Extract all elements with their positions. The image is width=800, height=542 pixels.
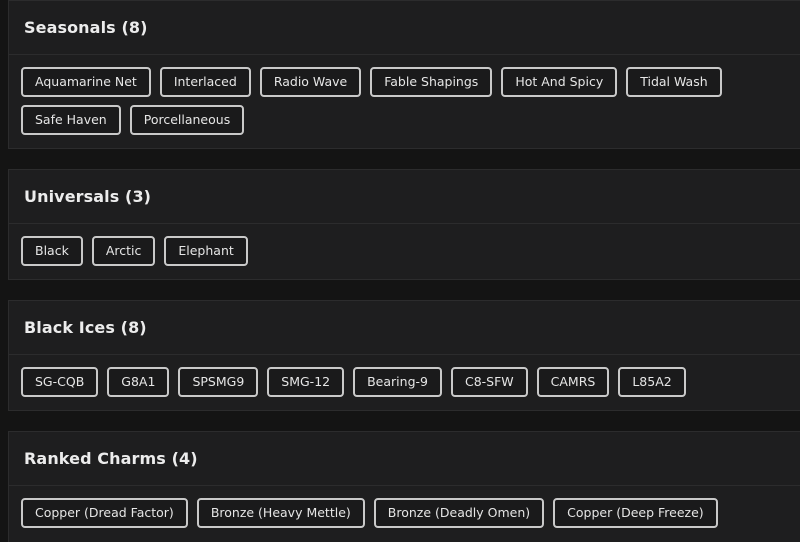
chip-c8-sfw[interactable]: C8-SFW: [450, 367, 528, 397]
chip-list: Aquamarine Net Interlaced Radio Wave Fab…: [9, 55, 800, 135]
chip-copper-deep-freeze[interactable]: Copper (Deep Freeze): [553, 498, 718, 528]
section-black-ices: Black Ices (8) SG-CQB G8A1 SPSMG9 SMG-12…: [8, 300, 800, 411]
chip-sg-cqb[interactable]: SG-CQB: [21, 367, 99, 397]
chip-row: Black Arctic Elephant: [21, 236, 800, 266]
section-title: Ranked Charms (4): [9, 432, 800, 486]
chip-l85a2[interactable]: L85A2: [618, 367, 686, 397]
chip-bronze-heavy-mettle[interactable]: Bronze (Heavy Mettle): [196, 498, 365, 528]
chip-row: Copper (Dread Factor) Bronze (Heavy Mett…: [21, 498, 800, 528]
chip-interlaced[interactable]: Interlaced: [159, 67, 251, 97]
chip-porcellaneous[interactable]: Porcellaneous: [129, 105, 245, 135]
page: Seasonals (8) Aquamarine Net Interlaced …: [0, 0, 800, 542]
chip-arctic[interactable]: Arctic: [91, 236, 156, 266]
chip-safe-haven[interactable]: Safe Haven: [21, 105, 121, 135]
chip-hot-and-spicy[interactable]: Hot And Spicy: [501, 67, 618, 97]
chip-row: SG-CQB G8A1 SPSMG9 SMG-12 Bearing-9 C8-S…: [21, 367, 800, 397]
section-title: Universals (3): [9, 170, 800, 224]
chip-row: Aquamarine Net Interlaced Radio Wave Fab…: [21, 67, 800, 97]
chip-fable-shapings[interactable]: Fable Shapings: [370, 67, 493, 97]
chip-radio-wave[interactable]: Radio Wave: [259, 67, 362, 97]
section-seasonals: Seasonals (8) Aquamarine Net Interlaced …: [8, 0, 800, 149]
chip-list: Copper (Dread Factor) Bronze (Heavy Mett…: [9, 486, 800, 528]
chip-tidal-wash[interactable]: Tidal Wash: [626, 67, 722, 97]
chip-list: Black Arctic Elephant: [9, 224, 800, 266]
chip-aquamarine-net[interactable]: Aquamarine Net: [21, 67, 151, 97]
chip-elephant[interactable]: Elephant: [164, 236, 248, 266]
chip-row: Safe Haven Porcellaneous: [21, 105, 800, 135]
chip-black[interactable]: Black: [21, 236, 83, 266]
chip-bronze-deadly-omen[interactable]: Bronze (Deadly Omen): [373, 498, 545, 528]
chip-copper-dread-factor[interactable]: Copper (Dread Factor): [21, 498, 188, 528]
chip-smg-12[interactable]: SMG-12: [267, 367, 345, 397]
section-universals: Universals (3) Black Arctic Elephant: [8, 169, 800, 280]
chip-spsmg9[interactable]: SPSMG9: [178, 367, 259, 397]
chip-bearing-9[interactable]: Bearing-9: [353, 367, 442, 397]
chip-g8a1[interactable]: G8A1: [107, 367, 170, 397]
chip-list: SG-CQB G8A1 SPSMG9 SMG-12 Bearing-9 C8-S…: [9, 355, 800, 397]
section-ranked-charms: Ranked Charms (4) Copper (Dread Factor) …: [8, 431, 800, 542]
section-title: Seasonals (8): [9, 1, 800, 55]
chip-camrs[interactable]: CAMRS: [536, 367, 610, 397]
section-title: Black Ices (8): [9, 301, 800, 355]
